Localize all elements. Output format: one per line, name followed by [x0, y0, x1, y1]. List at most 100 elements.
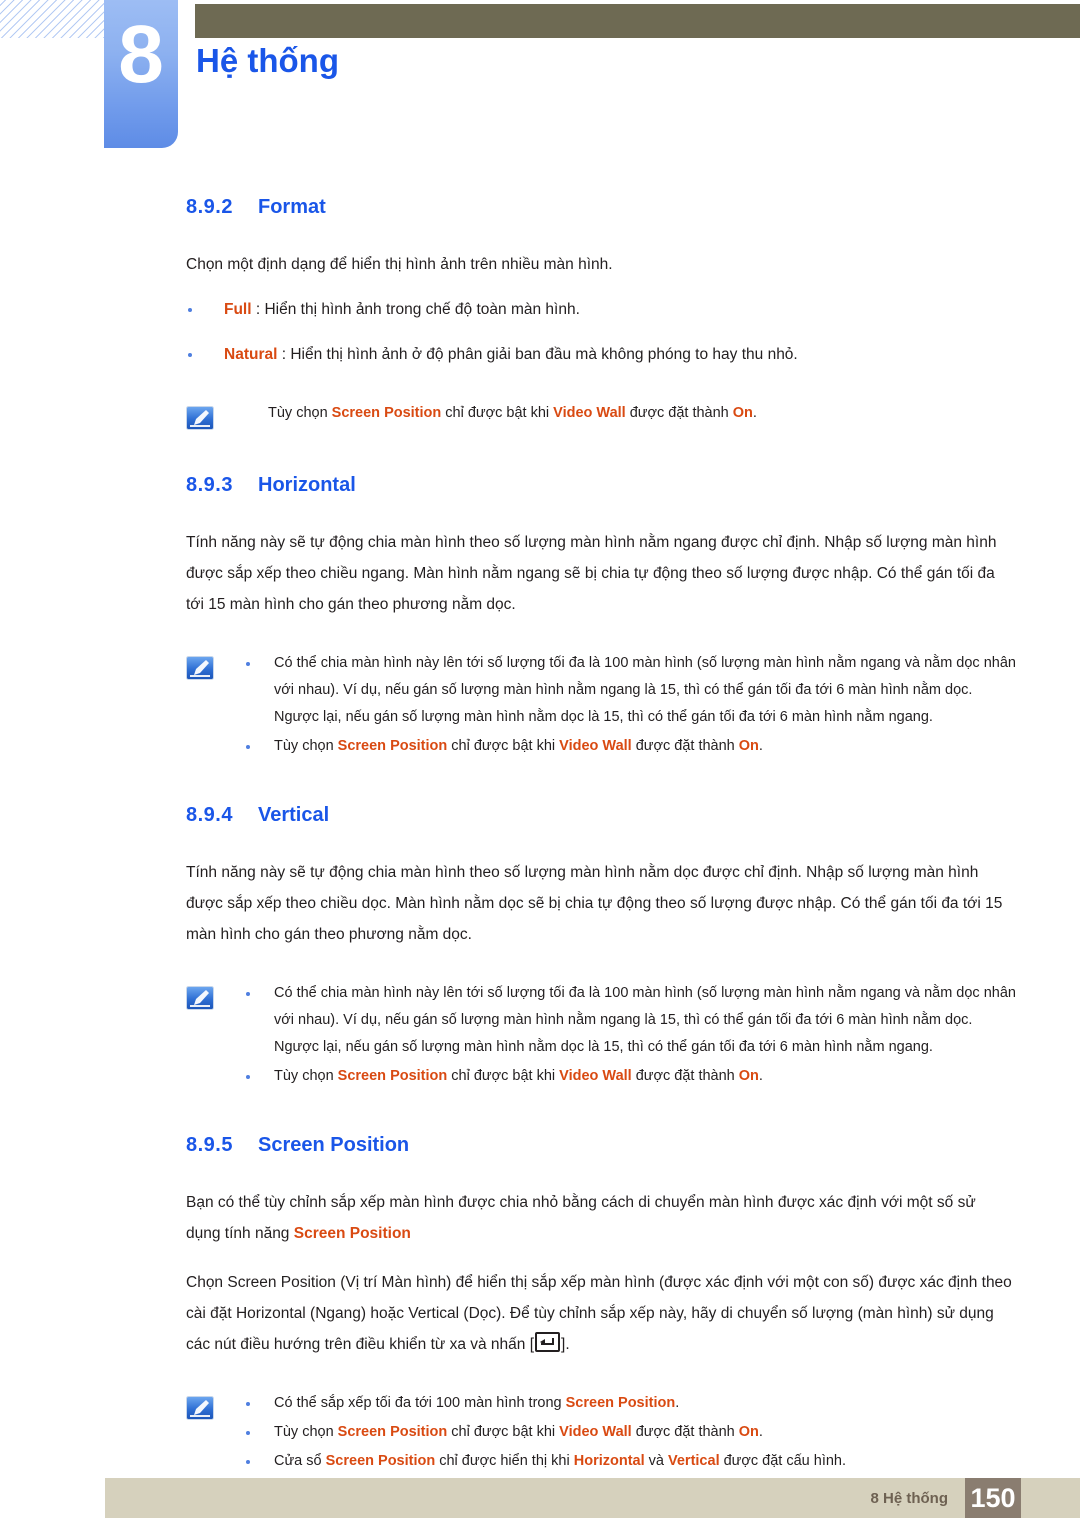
section-heading-screen-position: 8.9.5 Screen Position: [186, 1134, 1012, 1157]
keyword: Horizontal: [573, 1453, 645, 1469]
section-format: 8.9.2 Format: [0, 196, 1080, 219]
footer-page-number: 150: [965, 1478, 1021, 1518]
list-item: Full : Hiển thị hình ảnh trong chế độ to…: [186, 294, 1012, 325]
section-heading-horizontal: 8.9.3 Horizontal: [186, 474, 1012, 497]
note-text: Tùy chọn Screen Position chỉ được bật kh…: [242, 400, 1020, 427]
chapter-number: 8: [118, 9, 164, 100]
note-text-part: được đặt cấu hình.: [719, 1453, 847, 1469]
page-title: Hệ thống: [196, 42, 339, 79]
format-intro-paragraph: Chọn một định dạng để hiển thị hình ảnh …: [186, 256, 613, 273]
paragraph-part: Chọn Screen Position (Vị trí Màn hình) đ…: [186, 1274, 1012, 1353]
note-block-horizontal: Có thể chia màn hình này lên tới số lượn…: [0, 650, 1080, 762]
section-vertical: 8.9.4 Vertical: [0, 804, 1080, 827]
enter-key-icon: [535, 1332, 561, 1352]
keyword: Screen Position: [325, 1453, 436, 1469]
note-text-part: Cửa sổ: [274, 1453, 326, 1469]
section-title: Horizontal: [258, 474, 356, 496]
list-item: Cửa sổ Screen Position chỉ được hiển thị…: [242, 1448, 1020, 1475]
note-text-part: chỉ được bật khi: [441, 405, 554, 421]
note-text-part: chỉ được bật khi: [447, 1068, 560, 1084]
keyword: On: [738, 1424, 759, 1440]
note-pencil-icon: [186, 406, 216, 432]
note-text-part: .: [752, 405, 757, 421]
keyword: Video Wall: [559, 1424, 632, 1440]
note-body: Có thể sắp xếp tối đa tới 100 màn hình t…: [216, 1390, 1020, 1477]
header-bar: [195, 4, 1080, 38]
section-title: Format: [258, 196, 326, 218]
screen-position-paragraph-1: Bạn có thể tùy chỉnh sắp xếp màn hình đư…: [186, 1187, 1012, 1249]
note-text-part: Tùy chọn: [268, 405, 332, 421]
note-body: Tùy chọn Screen Position chỉ được bật kh…: [216, 400, 1020, 427]
note-text-part: được đặt thành: [631, 738, 739, 754]
note-text-part: Tùy chọn: [274, 1068, 338, 1084]
note-list: Có thể sắp xếp tối đa tới 100 màn hình t…: [242, 1390, 1020, 1475]
section-number: 8.9.2: [186, 196, 233, 218]
keyword: Screen Position: [337, 1068, 448, 1084]
list-item: Tùy chọn Screen Position chỉ được bật kh…: [242, 1419, 1020, 1446]
section-number: 8.9.4: [186, 804, 233, 826]
term-desc: : Hiển thị hình ảnh ở độ phân giải ban đ…: [277, 346, 798, 363]
note-text-part: chỉ được bật khi: [447, 738, 560, 754]
term-label: Full: [224, 301, 252, 318]
note-text-part: .: [675, 1395, 680, 1411]
note-text-part: Tùy chọn: [274, 738, 338, 754]
note-pencil-icon: [186, 986, 216, 1012]
section-title: Vertical: [258, 804, 330, 826]
note-text-part: .: [758, 1424, 763, 1440]
list-item: Có thể chia màn hình này lên tới số lượn…: [242, 650, 1020, 731]
note-list: Có thể chia màn hình này lên tới số lượn…: [242, 650, 1020, 760]
note-block-format: Tùy chọn Screen Position chỉ được bật kh…: [0, 400, 1080, 432]
keyword: Video Wall: [559, 738, 632, 754]
note-text-part: được đặt thành: [631, 1424, 739, 1440]
note-pencil-icon: [186, 656, 216, 682]
keyword: Video Wall: [553, 405, 626, 421]
note-block-vertical: Có thể chia màn hình này lên tới số lượn…: [0, 980, 1080, 1092]
note-pencil-icon: [186, 1396, 216, 1422]
note-text-part: Có thể sắp xếp tối đa tới 100 màn hình t…: [274, 1395, 566, 1411]
note-block-screen-position: Có thể sắp xếp tối đa tới 100 màn hình t…: [0, 1390, 1080, 1477]
keyword: Vertical: [668, 1453, 720, 1469]
list-item: Có thể sắp xếp tối đa tới 100 màn hình t…: [242, 1390, 1020, 1417]
keyword: On: [738, 1068, 759, 1084]
note-text-part: chỉ được bật khi: [447, 1424, 560, 1440]
keyword: Screen Position: [337, 738, 448, 754]
keyword: On: [732, 405, 753, 421]
section-horizontal: 8.9.3 Horizontal: [0, 474, 1080, 497]
decorative-stripes: [0, 0, 104, 38]
note-text-part: được đặt thành: [625, 405, 733, 421]
vertical-paragraph: Tính năng này sẽ tự động chia màn hình t…: [186, 864, 1003, 943]
note-text-part: Tùy chọn: [274, 1424, 338, 1440]
page-content: 8.9.2 Format Chọn một định dạng để hiển …: [0, 196, 1080, 1477]
screen-position-paragraph-2: Chọn Screen Position (Vị trí Màn hình) đ…: [186, 1267, 1012, 1360]
list-item: Có thể chia màn hình này lên tới số lượn…: [242, 980, 1020, 1061]
list-item: Tùy chọn Screen Position chỉ được bật kh…: [242, 1063, 1020, 1090]
horizontal-paragraph: Tính năng này sẽ tự động chia màn hình t…: [186, 534, 997, 613]
section-title: Screen Position: [258, 1134, 410, 1156]
keyword: Screen Position: [293, 1225, 411, 1242]
keyword: On: [738, 738, 759, 754]
list-item: Natural : Hiển thị hình ảnh ở độ phân gi…: [186, 339, 1012, 370]
keyword: Screen Position: [337, 1424, 448, 1440]
term-desc: : Hiển thị hình ảnh trong chế độ toàn mà…: [251, 301, 580, 318]
note-list: Có thể chia màn hình này lên tới số lượn…: [242, 980, 1020, 1090]
note-text-part: được đặt thành: [631, 1068, 739, 1084]
term-label: Natural: [224, 346, 278, 363]
keyword: Video Wall: [559, 1068, 632, 1084]
format-term-list: Full : Hiển thị hình ảnh trong chế độ to…: [186, 294, 1012, 370]
section-screen-position: 8.9.5 Screen Position: [0, 1134, 1080, 1157]
list-item: Tùy chọn Screen Position chỉ được bật kh…: [242, 733, 1020, 760]
section-number: 8.9.5: [186, 1134, 233, 1156]
note-body: Có thể chia màn hình này lên tới số lượn…: [216, 980, 1020, 1092]
keyword: Screen Position: [565, 1395, 676, 1411]
section-number: 8.9.3: [186, 474, 233, 496]
section-heading-format: 8.9.2 Format: [186, 196, 1012, 219]
paragraph-part: ].: [561, 1336, 570, 1353]
note-text-part: chỉ được hiển thị khi: [435, 1453, 574, 1469]
note-text-part: .: [758, 738, 763, 754]
note-text-part: .: [758, 1068, 763, 1084]
footer-chapter-label: 8 Hệ thống: [870, 1490, 949, 1507]
keyword: Screen Position: [331, 405, 442, 421]
note-body: Có thể chia màn hình này lên tới số lượn…: [216, 650, 1020, 762]
section-heading-vertical: 8.9.4 Vertical: [186, 804, 1012, 827]
note-text-part: và: [644, 1453, 668, 1469]
